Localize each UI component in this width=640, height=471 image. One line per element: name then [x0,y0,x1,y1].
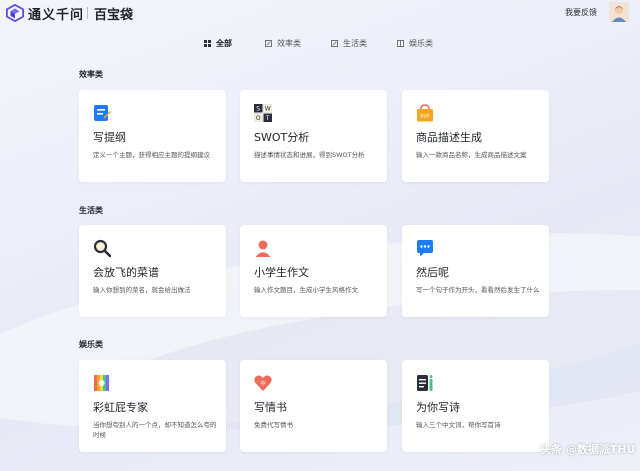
card-description: 描述事情状态和进展，得到SWOT分析 [254,151,365,159]
card-description: 输入你想到的菜名，就会给出做法 [93,286,191,294]
section-title-entertainment: 娱乐类 [79,340,103,349]
tongyi-logo-icon[interactable] [6,4,24,22]
card-title: 彩虹屁专家 [93,401,148,414]
brand-name[interactable]: 通义千问 [28,4,84,23]
card-description: 输入作文题目，生成小学生风格作文 [254,286,358,294]
swot-icon: S W O T [254,104,272,122]
tab-label: 全部 [216,39,232,48]
section-title-efficiency: 效率类 [79,70,103,79]
card-description: 当你想夸别人的一个点，却不知道怎么夸的时候 [93,421,217,439]
card-title: 会放飞的菜谱 [93,266,159,279]
svg-text:中: 中 [260,380,266,388]
watermark: 头条 @数据派THU [540,443,636,456]
card-title: SWOT分析 [254,131,310,144]
card-description: 输入三个中文词，帮你写首诗 [416,421,501,429]
book-icon [397,40,404,47]
svg-text:O: O [256,115,261,122]
rainbow-icon [94,375,109,391]
poem-icon [417,375,433,391]
svg-text:BUY: BUY [420,114,429,120]
card-description: 输入一款商品名称，生成商品描述文案 [416,151,527,159]
magnifier-icon [93,239,111,257]
feedback-link[interactable]: 我要反馈 [565,7,597,18]
card-swot[interactable]: S W O T SWOT分析 描述事情状态和进展，得到SWOT分析 [240,90,387,182]
edit-icon [331,40,338,47]
page-title: 百宝袋 [94,8,134,23]
card-title: 为你写诗 [416,401,460,414]
card-description: 写一个句子作为开头，看看然后发生了什么 [416,286,540,294]
card-description: 免费代写情书 [254,421,293,429]
card-what-next[interactable]: 然后呢 写一个句子作为开头，看看然后发生了什么 [402,225,549,317]
tab-life[interactable]: 生活类 [331,38,367,49]
shopping-bag-icon: BUY [417,104,433,122]
tab-entertainment[interactable]: 娱乐类 [397,38,433,49]
edit-icon [265,40,272,47]
card-outline[interactable]: 写提纲 定义一个主题，获得相应主题的提纲建议 [79,90,226,182]
card-description: 定义一个主题，获得相应主题的提纲建议 [93,151,210,159]
card-title: 然后呢 [416,266,449,279]
tab-label: 效率类 [277,39,301,48]
tab-all[interactable]: 全部 [204,38,232,49]
card-title: 写提纲 [93,131,126,144]
svg-text:W: W [265,106,271,113]
chat-bubble-icon [417,240,433,257]
card-love-letter[interactable]: 中 写情书 免费代写情书 [240,360,387,452]
category-tabs: 全部 效率类 生活类 娱乐类 [0,38,640,52]
card-title: 小学生作文 [254,266,309,279]
grid-icon [204,40,211,47]
user-avatar-icon [609,2,629,22]
card-title: 商品描述生成 [416,131,482,144]
header-divider [87,7,88,19]
card-recipe[interactable]: 会放飞的菜谱 输入你想到的菜名，就会给出做法 [79,225,226,317]
card-title: 写情书 [254,401,287,414]
svg-text:S: S [256,106,260,113]
section-title-life: 生活类 [79,206,103,215]
avatar[interactable] [609,2,629,22]
tab-label: 娱乐类 [409,39,433,48]
card-rainbow-compliment[interactable]: 彩虹屁专家 当你想夸别人的一个点，却不知道怎么夸的时候 [79,360,226,452]
love-letter-icon: 中 [254,375,272,391]
tab-efficiency[interactable]: 效率类 [265,38,301,49]
card-student-essay[interactable]: 小学生作文 输入作文题目，生成小学生风格作文 [240,225,387,317]
card-product-description[interactable]: BUY 商品描述生成 输入一款商品名称，生成商品描述文案 [402,90,549,182]
card-poem[interactable]: 为你写诗 输入三个中文词，帮你写首诗 [402,360,549,452]
tab-label: 生活类 [343,39,367,48]
document-icon [94,105,111,121]
top-bar: 通义千问 百宝袋 我要反馈 [0,0,640,26]
student-icon [255,240,271,257]
svg-text:T: T [265,115,270,122]
